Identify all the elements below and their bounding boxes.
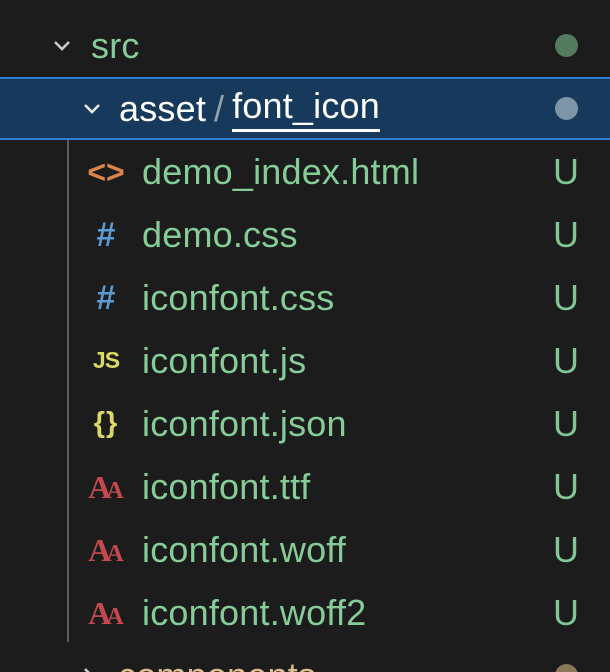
file-name: iconfont.woff — [142, 528, 347, 570]
tree-item-iconfont-woff[interactable]: AA iconfont.woff U — [0, 518, 610, 581]
font-icon-letter-small: A — [106, 540, 124, 567]
file-name: iconfont.css — [142, 276, 335, 318]
git-status-untracked: U — [553, 213, 579, 255]
tree-item-iconfont-json[interactable]: {} iconfont.json U — [0, 392, 610, 455]
tree-item-src[interactable]: src — [0, 14, 610, 77]
chevron-down-icon[interactable] — [75, 92, 109, 126]
git-status-untracked: U — [553, 276, 579, 318]
file-name: iconfont.json — [142, 402, 347, 444]
git-badge: U — [544, 592, 588, 634]
tree-item-demo-css[interactable]: # demo.css U — [0, 203, 610, 266]
git-badge: U — [544, 466, 588, 508]
tree-item-components[interactable]: components — [0, 644, 610, 672]
git-badge: U — [544, 340, 588, 382]
git-status-untracked: U — [553, 528, 579, 570]
tree-item-iconfont-woff2[interactable]: AA iconfont.woff2 U — [0, 581, 610, 644]
git-badge: U — [544, 151, 588, 193]
file-name: iconfont.woff2 — [142, 591, 367, 633]
git-badge — [544, 664, 588, 672]
js-file-icon: JS — [92, 347, 120, 373]
font-file-icon: AA — [87, 534, 125, 566]
git-badge: U — [544, 277, 588, 319]
font-icon-letter-small: A — [106, 477, 124, 504]
git-status-untracked: U — [553, 402, 579, 444]
folder-name: src — [91, 24, 140, 66]
path-separator: / — [214, 87, 225, 129]
tree-item-demo-index-html[interactable]: <> demo_index.html U — [0, 140, 610, 203]
git-status-dot-icon — [554, 97, 578, 120]
git-status-dot-icon — [554, 664, 578, 672]
file-name: demo.css — [142, 213, 298, 255]
git-badge: U — [544, 403, 588, 445]
font-file-icon: AA — [87, 597, 125, 629]
folder-name: components — [118, 655, 316, 672]
tree-item-asset-font-icon[interactable]: asset / font_icon — [0, 77, 610, 140]
chevron-down-icon[interactable] — [45, 29, 79, 63]
git-badge: U — [544, 214, 588, 256]
compact-folder-name[interactable]: font_icon — [232, 85, 380, 132]
font-icon-letter-small: A — [106, 603, 124, 630]
font-file-icon: AA — [87, 471, 125, 503]
css-file-icon: # — [96, 215, 116, 254]
file-name: iconfont.js — [142, 339, 307, 381]
file-name: demo_index.html — [142, 150, 420, 192]
folder-name[interactable]: asset — [119, 88, 206, 130]
json-file-icon: {} — [93, 407, 119, 439]
file-explorer-tree: src asset / font_icon <> demo_index.html… — [0, 0, 610, 672]
chevron-right-icon[interactable] — [72, 659, 106, 672]
git-status-untracked: U — [553, 591, 579, 633]
tree-item-iconfont-css[interactable]: # iconfont.css U — [0, 266, 610, 329]
html-file-icon: <> — [87, 153, 125, 190]
git-status-dot-icon — [554, 34, 578, 57]
git-badge: U — [544, 529, 588, 571]
git-status-untracked: U — [553, 339, 579, 381]
file-name: iconfont.ttf — [142, 465, 311, 507]
git-badge — [544, 34, 588, 57]
tree-item-iconfont-js[interactable]: JS iconfont.js U — [0, 329, 610, 392]
tree-item-iconfont-ttf[interactable]: AA iconfont.ttf U — [0, 455, 610, 518]
git-status-untracked: U — [553, 150, 579, 192]
git-status-untracked: U — [553, 465, 579, 507]
git-badge — [544, 97, 588, 120]
css-file-icon: # — [96, 278, 116, 317]
